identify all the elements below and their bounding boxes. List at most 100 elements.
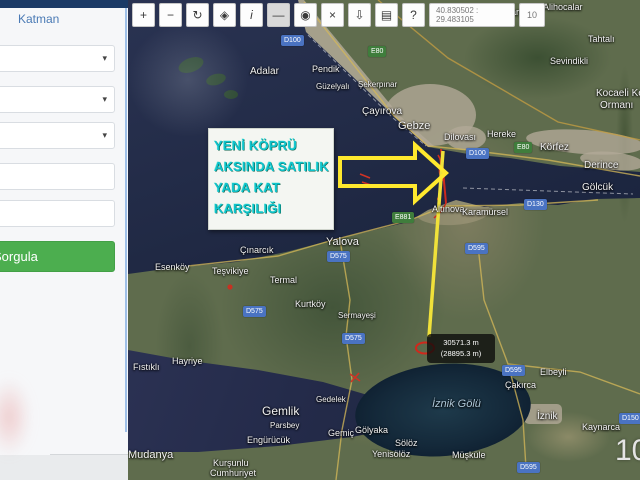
map-place-label: Sölöz: [395, 438, 418, 448]
map-annotation-layer: [128, 0, 640, 480]
map-place-label: Yenisölöz: [372, 449, 410, 459]
zoom-out-button[interactable]: −: [159, 3, 182, 27]
map-place-label: Tahtalı: [588, 34, 615, 44]
road-badge: D575: [327, 251, 350, 262]
sale-callout-line: KARŞILIĞI: [214, 198, 329, 219]
map-toolbar: +−↻◈i―◉×⇩▤? 40.830502 : 29.483105 10: [132, 3, 545, 27]
sale-callout-box: YENİ KÖPRÜAKSINDA SATILIKYADA KATKARŞILI…: [208, 128, 334, 230]
map-place-label: Dilovası: [444, 132, 476, 142]
map-place-label: İznik: [537, 411, 558, 422]
layer-select-1[interactable]: ▾: [0, 45, 115, 72]
map-place-label: Çınarcık: [240, 245, 274, 255]
yellow-arrow: [340, 145, 446, 201]
print-button[interactable]: ▤: [375, 3, 398, 27]
layer-select-2[interactable]: ▾: [0, 86, 115, 113]
measurement-total: 30571.3 m: [429, 337, 493, 348]
map-place-label: Gölcük: [582, 182, 613, 193]
map-place-label: Teşvikiye: [212, 266, 249, 276]
map-place-label: Karamürsel: [462, 207, 508, 217]
map-place-label: Körfez: [540, 142, 569, 153]
query-button[interactable]: Sorgula: [0, 241, 115, 272]
map-place-label: Yalova: [326, 236, 359, 248]
road-badge: D595: [517, 462, 540, 473]
map-place-label: Termal: [270, 275, 297, 285]
info-button[interactable]: i: [240, 3, 263, 27]
map-place-label: Gemlik: [262, 404, 299, 418]
filter-input-2[interactable]: [0, 200, 115, 227]
map-canvas[interactable]: [128, 0, 640, 480]
road-badge: D150: [619, 413, 640, 424]
map-place-label: Güzelyalı: [316, 82, 349, 91]
measure-line-button[interactable]: ―: [267, 3, 290, 27]
map-place-label: Kurtköy: [295, 299, 326, 309]
map-place-label: Çakırca: [505, 380, 536, 390]
sidebar-footer: [0, 455, 128, 480]
page-number: 10: [615, 434, 640, 468]
map-place-label: Çayırova: [362, 106, 402, 117]
red-mark: [227, 284, 232, 289]
sale-callout-line: AKSINDA SATILIK: [214, 156, 329, 177]
chevron-down-icon: ▾: [102, 130, 107, 141]
help-button[interactable]: ?: [402, 3, 425, 27]
road-badge: D575: [342, 333, 365, 344]
map-place-label: Hereke: [487, 129, 516, 139]
map-place-label: Parsbey: [270, 421, 299, 430]
map-place-label: Gölyaka: [355, 425, 388, 435]
map-place-label: Şekerpınar: [358, 80, 397, 89]
map-place-label: Esenköy: [155, 262, 190, 272]
map-place-label: Derince: [584, 160, 618, 171]
chevron-down-icon: ▾: [102, 94, 107, 105]
road-badge: D100: [466, 148, 489, 159]
map-place-label: Kocaeli Kent: [596, 88, 640, 99]
road-badge: E881: [392, 212, 414, 223]
measurement-segment: (28895.3 m): [429, 348, 493, 359]
refresh-button[interactable]: ↻: [186, 3, 209, 27]
map-place-label: Gebze: [398, 120, 430, 132]
road-badge: D575: [243, 306, 266, 317]
map-place-label: Mudanya: [128, 449, 173, 461]
map-place-label: Hayriye: [172, 356, 203, 366]
map-place-label: Engürücük: [247, 435, 290, 445]
layer-select-3[interactable]: ▾: [0, 122, 115, 149]
map-place-label: Ormanı: [600, 100, 633, 111]
map-place-label: Kaynarca: [582, 422, 620, 432]
sale-callout-line: YENİ KÖPRÜ: [214, 135, 329, 156]
coordinates-readout: 40.830502 : 29.483105: [429, 3, 515, 27]
photo-smudge: [0, 378, 30, 456]
download-button[interactable]: ⇩: [348, 3, 371, 27]
chevron-down-icon: ▾: [102, 53, 107, 64]
map-place-label: Fıstıklı: [133, 362, 160, 372]
map-place-label: Pendik: [312, 64, 340, 74]
road-badge: D130: [524, 199, 547, 210]
sidebar-edge-highlight: [125, 8, 127, 432]
map-place-label: Cumhuriyet: [210, 468, 256, 478]
filter-input-1[interactable]: [0, 163, 115, 190]
road-badge: D595: [502, 365, 525, 376]
map-place-label: Elbeyli: [540, 367, 567, 377]
road-badge: D100: [281, 35, 304, 46]
map-place-label: Adalar: [250, 66, 279, 77]
map-place-label: Gedelek: [316, 395, 346, 404]
toolbar-buttons: +−↻◈i―◉×⇩▤?: [132, 3, 425, 27]
road-badge: E80: [368, 46, 386, 57]
map-place-label: Müşküle: [452, 450, 486, 460]
map-place-label: Sevindikli: [550, 56, 588, 66]
map-place-label: Gemiç: [328, 428, 354, 438]
sidebar-title: Katman: [18, 12, 59, 26]
zoom-level-readout: 10: [519, 3, 545, 27]
measurement-tooltip: 30571.3 m (28895.3 m): [427, 334, 495, 363]
sidebar-top-strip: [0, 0, 128, 8]
visibility-button[interactable]: ◉: [294, 3, 317, 27]
map-place-label: Alihocalar: [543, 2, 583, 12]
map-place-label: Sermayeşi: [338, 311, 376, 320]
map-place-label: Kurşunlu: [213, 458, 249, 468]
zoom-in-button[interactable]: +: [132, 3, 155, 27]
full-extent-button[interactable]: ×: [321, 3, 344, 27]
center-position-button[interactable]: ◈: [213, 3, 236, 27]
road-badge: E80: [514, 142, 532, 153]
sale-callout-line: YADA KAT: [214, 177, 329, 198]
red-mark: [360, 174, 371, 185]
map-place-label: Altınova: [432, 204, 465, 214]
road-badge: D595: [465, 243, 488, 254]
layer-sidebar: Katman ▾ ▾ ▾ Sorgula: [0, 0, 128, 480]
